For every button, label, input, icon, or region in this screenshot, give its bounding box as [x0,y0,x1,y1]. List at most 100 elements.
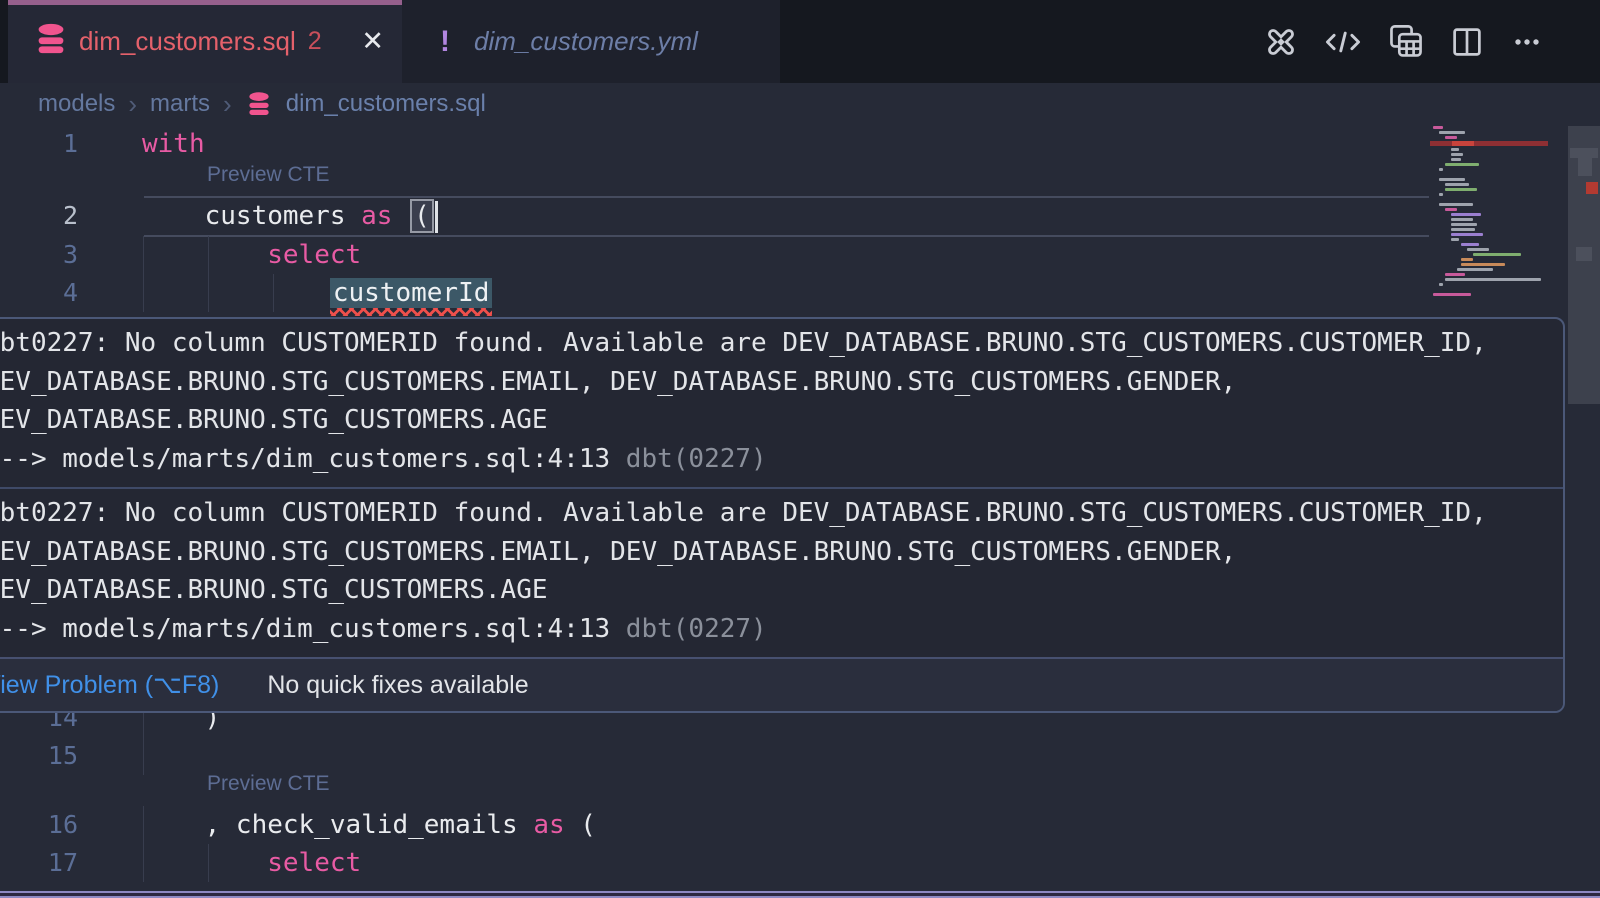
error-location: --> models/marts/dim_customers.sql:4:13 … [0,440,1563,479]
tab-label: dim_customers.yml [474,26,698,57]
compiled-code-icon[interactable] [1323,24,1363,60]
line-number[interactable]: 17 [0,844,78,882]
code-text: , check_valid_emails as ( [142,806,596,844]
minimap-code-line [1473,253,1521,256]
code-line-16[interactable]: 16 , check_valid_emails as ( [0,806,1600,844]
error-text: DEV_DATABASE.BRUNO.STG_CUSTOMERS.AGE [0,401,1563,440]
line-number[interactable]: 3 [0,236,78,274]
code-line-1[interactable]: 1 with [0,125,1600,163]
overview-ruler-mark [1570,148,1598,158]
matched-bracket: ( [410,199,434,233]
minimap-error-word [1452,141,1474,146]
minimap-code-line [1445,183,1469,186]
minimap-code-line [1451,223,1477,226]
minimap-code-line [1439,203,1473,206]
minimap-code-line [1451,153,1463,156]
error-code: dbt(0227) [626,614,767,644]
breadcrumb-item-models[interactable]: models [38,90,115,118]
hover-status-bar: View Problem (⌥F8) No quick fixes availa… [0,657,1563,711]
minimap-error-line [1430,141,1548,146]
error-text: dbt0227: No column CUSTOMERID found. Ava… [0,324,1563,363]
code-text: customers as ( [142,197,438,235]
minimap-code-line [1461,243,1479,246]
minimap-code-line [1445,163,1479,166]
chevron-right-icon: › [128,89,137,120]
minimap-code-line [1457,268,1493,271]
breadcrumb-item-file[interactable]: dim_customers.sql [286,90,486,118]
minimap-code-line [1445,136,1457,139]
code-line-2[interactable]: 2 customers as ( [0,197,1600,235]
error-text: DEV_DATABASE.BRUNO.STG_CUSTOMERS.EMAIL, … [0,363,1563,402]
codelens-preview-cte[interactable]: Preview CTE [207,163,330,187]
codelens-preview-cte[interactable]: Preview CTE [207,772,330,796]
minimap-code-line [1445,188,1477,191]
error-text: DEV_DATABASE.BRUNO.STG_CUSTOMERS.AGE [0,571,1563,610]
minimap-code-line [1451,158,1461,161]
overview-ruler-mark [1578,158,1592,176]
minimap-code-line [1445,273,1465,276]
editor-window: dim_customers.sql 2 ✕ ! dim_customers.ym… [0,0,1600,898]
query-results-icon[interactable] [1387,23,1425,61]
code-line-15[interactable]: 15 [0,737,1600,775]
error-word: customerId [330,278,493,308]
error-text: DEV_DATABASE.BRUNO.STG_CUSTOMERS.EMAIL, … [0,533,1563,572]
database-icon [33,21,69,62]
breadcrumb-item-marts[interactable]: marts [150,90,210,118]
minimap-code-line [1433,126,1443,129]
tab-dim-customers-yml[interactable]: ! dim_customers.yml [402,0,780,83]
overview-ruler-mark [1576,247,1592,261]
warning-exclamation-icon: ! [440,25,450,59]
error-message-block: dbt0227: No column CUSTOMERID found. Ava… [0,487,1563,657]
error-hover-widget: dbt0227: No column CUSTOMERID found. Ava… [0,317,1565,713]
more-actions-icon[interactable] [1509,24,1545,60]
minimap-code-line [1451,213,1481,216]
no-quick-fixes-text: No quick fixes available [267,671,528,700]
minimap-code-line [1439,283,1443,286]
minimap-code-line [1445,278,1541,281]
code-text: select [142,236,361,274]
active-tab-accent [8,0,402,5]
code-line-4[interactable]: 4 customerId [0,274,1600,312]
tab-label: dim_customers.sql [79,26,296,57]
line-number[interactable]: 2 [0,197,78,235]
minimap-code-line [1461,263,1505,266]
error-code: dbt(0227) [626,444,767,474]
code-text: select [142,844,361,882]
error-text: dbt0227: No column CUSTOMERID found. Ava… [0,494,1563,533]
minimap-code-line [1451,238,1459,241]
minimap-code-line [1467,248,1489,251]
minimap-code-line [1461,258,1473,261]
minimap-code-line [1445,208,1457,211]
minimap-code-line [1439,168,1443,171]
line-number[interactable]: 4 [0,274,78,312]
minimap-code-line [1439,131,1465,134]
database-icon [245,90,273,119]
line-number[interactable]: 16 [0,806,78,844]
editor-actions [1263,0,1545,83]
split-editor-icon[interactable] [1449,24,1485,60]
tab-dim-customers-sql[interactable]: dim_customers.sql 2 ✕ [8,0,402,83]
minimap-code-line [1451,233,1483,236]
overview-ruler-error-mark [1586,182,1598,194]
line-number[interactable]: 15 [0,737,78,775]
code-text: customerId [142,274,492,312]
indent-guide [143,737,144,775]
minimap-code-line [1433,293,1471,296]
error-message-block: dbt0227: No column CUSTOMERID found. Ava… [0,319,1563,487]
minimap-code-line [1451,228,1475,231]
text-cursor [435,201,438,233]
code-line-3[interactable]: 3 select [0,236,1600,274]
line-number[interactable]: 1 [0,125,78,163]
view-problem-link[interactable]: View Problem (⌥F8) [0,670,219,700]
minimap-code-line [1439,178,1465,181]
minimap-code-line [1439,193,1443,196]
tab-problem-badge: 2 [308,27,322,56]
breadcrumb: models › marts › dim_customers.sql [38,83,486,125]
panel-divider [0,891,1600,898]
close-icon[interactable]: ✕ [361,26,384,57]
code-line-17[interactable]: 17 select [0,844,1600,882]
code-text: with [142,125,205,163]
dbt-run-icon[interactable] [1263,24,1299,60]
minimap-code-line [1451,218,1473,221]
tab-bar: dim_customers.sql 2 ✕ ! dim_customers.ym… [0,0,1600,83]
